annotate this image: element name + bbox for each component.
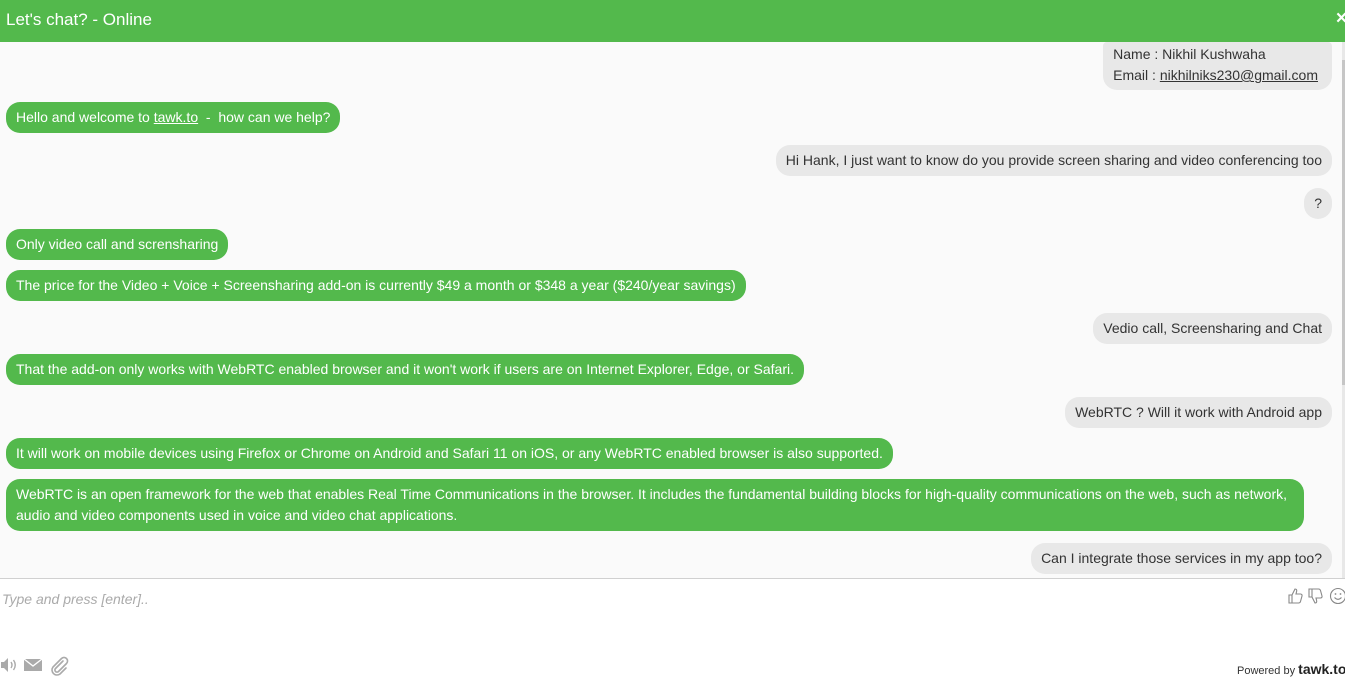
chat-header: Let's chat? - Online × — [0, 0, 1345, 42]
agent-message: The price for the Video + Voice + Screen… — [6, 270, 746, 301]
tawk-link[interactable]: tawk.to — [154, 109, 198, 125]
tawk-brand-logo: tawk.to — [1298, 661, 1345, 677]
visitor-email-row: Email : nikhilniks230@gmail.com — [1113, 65, 1318, 86]
visitor-message: Can I integrate those services in my app… — [1031, 543, 1332, 574]
email-icon[interactable] — [23, 656, 43, 674]
thumbs-up-icon[interactable] — [1287, 587, 1305, 605]
agent-message: Only video call and scrensharing — [6, 229, 229, 260]
name-label: Name : — [1113, 46, 1163, 62]
visitor-name-row: Name : Nikhil Kushwaha — [1113, 44, 1318, 65]
powered-by[interactable]: Powered by tawk.to — [1237, 661, 1345, 677]
visitor-info-card: Name : Nikhil Kushwaha Email : nikhilnik… — [1103, 42, 1332, 90]
visitor-message: ? — [1304, 188, 1332, 219]
visitor-message: Vedio call, Screensharing and Chat — [1093, 313, 1332, 344]
attachment-icon[interactable] — [49, 656, 69, 676]
welcome-prefix: Hello and welcome to — [16, 109, 154, 125]
visitor-email-link[interactable]: nikhilniks230@gmail.com — [1160, 67, 1318, 83]
visitor-message: WebRTC ? Will it work with Android app — [1065, 397, 1332, 428]
sound-icon[interactable] — [0, 656, 18, 674]
composer: Powered by tawk.to — [0, 579, 1345, 680]
emoji-icon[interactable] — [1329, 587, 1345, 605]
message-input[interactable] — [2, 589, 1272, 609]
thumbs-down-icon[interactable] — [1307, 587, 1325, 605]
email-label: Email : — [1113, 67, 1160, 83]
agent-message: Hello and welcome to tawk.to - how can w… — [6, 102, 341, 133]
message-list[interactable]: Name : Nikhil Kushwaha Email : nikhilnik… — [0, 42, 1345, 579]
chat-title: Let's chat? - Online — [6, 10, 152, 29]
powered-label: Powered by — [1237, 665, 1299, 677]
visitor-message: Hi Hank, I just want to know do you prov… — [775, 145, 1332, 176]
close-icon[interactable]: × — [1336, 8, 1345, 30]
agent-message: It will work on mobile devices using Fir… — [6, 438, 893, 469]
welcome-suffix: - how can we help? — [198, 109, 331, 125]
visitor-name: Nikhil Kushwaha — [1162, 46, 1266, 62]
agent-message: WebRTC is an open framework for the web … — [6, 479, 1304, 531]
agent-message: That the add-on only works with WebRTC e… — [6, 354, 804, 385]
